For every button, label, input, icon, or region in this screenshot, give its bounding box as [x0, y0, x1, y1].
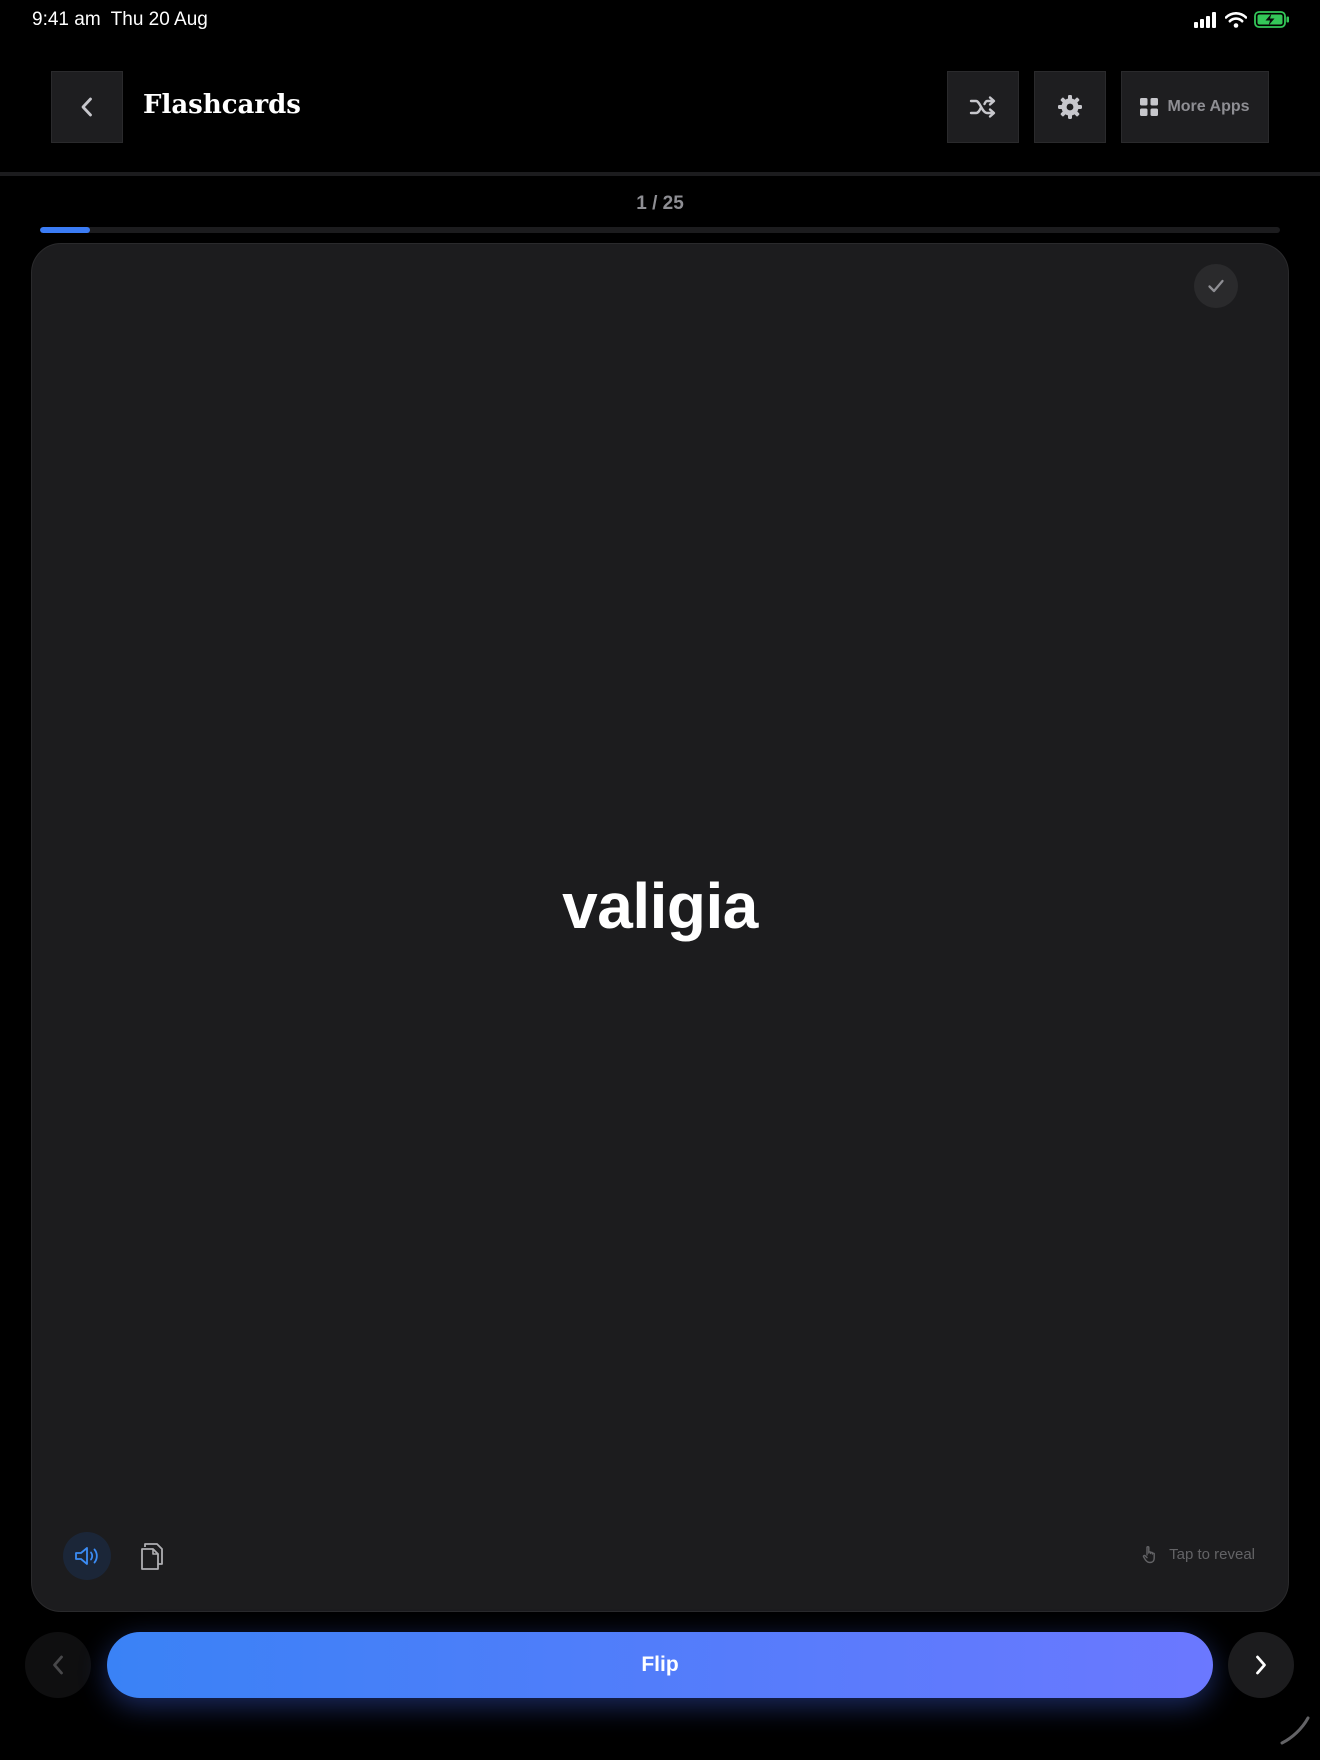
card-word: valigia: [562, 870, 758, 942]
page-title: Flashcards: [143, 90, 301, 120]
status-clock: 9:41 am Thu 20 Aug: [32, 9, 208, 31]
mark-known-button[interactable]: [1194, 264, 1238, 308]
progress-bar: [40, 227, 1280, 233]
card-counter: 1 / 25: [636, 193, 684, 214]
gear-icon: [1058, 95, 1082, 119]
battery-charging-icon: [1254, 11, 1289, 28]
more-apps-button[interactable]: More Apps: [1121, 71, 1269, 143]
shuffle-button[interactable]: [947, 71, 1019, 143]
more-apps-label: More Apps: [1167, 98, 1250, 115]
corner-handle-icon: [1280, 1716, 1310, 1745]
audio-button[interactable]: [63, 1532, 111, 1580]
hint-text: Tap to reveal: [1169, 1545, 1255, 1563]
flip-label: Flip: [641, 1653, 679, 1676]
status-date: Thu 20 Aug: [110, 9, 208, 30]
settings-button[interactable]: [1034, 71, 1106, 143]
flip-button[interactable]: Flip: [107, 1632, 1213, 1698]
shuffle-icon: [969, 96, 996, 118]
chevron-left-icon: [53, 1655, 63, 1675]
tap-to-reveal-hint: Tap to reveal: [1141, 1544, 1255, 1564]
status-bar: 9:41 am Thu 20 Aug: [0, 0, 1320, 40]
tap-hand-icon: [1142, 1545, 1156, 1564]
status-icons: [1194, 11, 1290, 28]
back-button[interactable]: [51, 71, 123, 143]
previous-card-button[interactable]: [25, 1632, 91, 1698]
chevron-left-icon: [81, 97, 92, 117]
wifi-icon: [1225, 11, 1247, 28]
copy-button[interactable]: [130, 1534, 174, 1578]
checkmark-icon: [1208, 279, 1224, 293]
grid-icon: [1140, 98, 1159, 116]
progress-fill: [40, 227, 90, 233]
status-time: 9:41 am: [32, 9, 101, 30]
chevron-right-icon: [1256, 1655, 1266, 1675]
app-header: Flashcards More Apps: [0, 40, 1320, 176]
resize-handle[interactable]: [1278, 1713, 1312, 1752]
next-card-button[interactable]: [1228, 1632, 1294, 1698]
speaker-icon: [75, 1547, 98, 1565]
copy-icon: [141, 1543, 163, 1570]
signal-icon: [1194, 11, 1216, 28]
flashcard[interactable]: valigia Tap to reveal: [31, 243, 1289, 1612]
